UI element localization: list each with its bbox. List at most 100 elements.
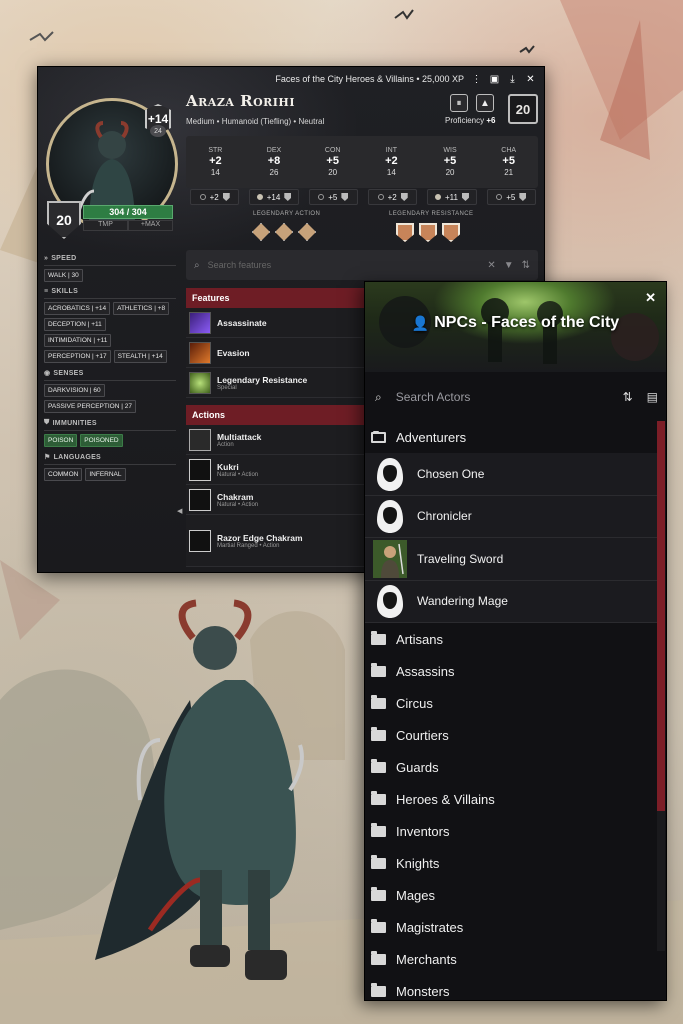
legendary-action-label: LEGENDARY ACTION <box>253 211 321 217</box>
action-row[interactable]: Multiattack Action <box>186 425 366 455</box>
ability-str[interactable]: STR +2 14 <box>186 136 245 188</box>
clear-icon[interactable]: ✕ <box>487 260 495 271</box>
download-icon[interactable]: ⤓ <box>507 74 518 85</box>
legendary-resistance-icon[interactable] <box>442 223 460 242</box>
folder-row[interactable]: Courtiers <box>365 719 658 751</box>
save-value: +2 <box>387 192 397 202</box>
actions-header[interactable]: Actions <box>186 405 366 425</box>
skill-chip[interactable]: PERCEPTION | +17 <box>44 350 111 363</box>
folder-row[interactable]: Knights <box>365 847 658 879</box>
legendary-action-icon[interactable] <box>298 223 316 241</box>
actor-search-input[interactable]: Search Actors <box>396 390 609 404</box>
actor-directory-list: Adventurers Chosen One Chronicler Travel… <box>365 421 658 1000</box>
collapse-folders-icon[interactable]: ▤ <box>647 390 658 404</box>
folder-row[interactable]: Inventors <box>365 815 658 847</box>
senses-list: DARKVISION | 60 PASSIVE PERCEPTION | 27 <box>44 384 176 413</box>
folder-row[interactable]: Merchants <box>365 943 658 975</box>
save-dex[interactable]: +14 <box>249 189 299 205</box>
legendary-resistance-icon[interactable] <box>419 223 437 242</box>
actor-row[interactable]: Wandering Mage <box>365 580 658 623</box>
save-int[interactable]: +2 <box>367 189 418 205</box>
skill-chip[interactable]: STEALTH | +14 <box>113 350 167 363</box>
immunity-chip[interactable]: POISON <box>44 434 78 447</box>
hp-bar[interactable]: 304 / 304 <box>83 205 173 219</box>
hp-extras: TMP +MAX <box>83 220 173 231</box>
save-value: +2 <box>209 192 219 202</box>
legendary-resistance-icon[interactable] <box>396 223 414 242</box>
rest-icon[interactable]: ⏸ <box>450 94 468 112</box>
collapse-sidebar-icon[interactable]: ◀ <box>177 507 182 515</box>
actor-row[interactable]: Traveling Sword <box>365 538 658 581</box>
save-str[interactable]: +2 <box>190 189 240 205</box>
proficiency-value: +6 <box>486 116 496 125</box>
feature-row[interactable]: Legendary Resistance Special <box>186 368 366 398</box>
character-name[interactable]: Araza Rorihi <box>186 92 295 110</box>
initiative-score: 24 <box>150 125 166 137</box>
language-chip[interactable]: INFERNAL <box>85 468 126 481</box>
legendary-action-icon[interactable] <box>252 223 270 241</box>
save-cha[interactable]: +5 <box>486 189 536 205</box>
folder-name: Heroes & Villains <box>396 791 495 807</box>
camp-icon[interactable]: ▲ <box>476 94 494 112</box>
save-value: +5 <box>328 192 338 202</box>
kukri-icon <box>189 458 211 481</box>
folder-row[interactable]: Heroes & Villains <box>365 783 658 815</box>
folder-row[interactable]: Circus <box>365 687 658 719</box>
skills-icon: ≡ <box>44 288 49 295</box>
tmp-hp-field[interactable]: TMP <box>83 220 128 231</box>
actor-row[interactable]: Chosen One <box>365 453 658 496</box>
skill-chip[interactable]: ACROBATICS | +14 <box>44 302 111 315</box>
menu-icon[interactable]: ⋮ <box>471 74 482 85</box>
filter-icon[interactable]: ▼ <box>504 260 514 271</box>
folder-row[interactable]: Monsters <box>365 975 658 1000</box>
folder-adventurers[interactable]: Adventurers <box>365 421 658 453</box>
folder-row[interactable]: Artisans <box>365 623 658 655</box>
sense-chip[interactable]: PASSIVE PERCEPTION | 27 <box>44 400 136 413</box>
close-icon[interactable]: ✕ <box>525 74 536 85</box>
folder-row[interactable]: Magistrates <box>365 911 658 943</box>
book-icon[interactable]: ▣ <box>489 74 500 85</box>
ability-cha[interactable]: CHA +5 21 <box>479 136 538 188</box>
scrollbar-thumb[interactable] <box>657 421 665 811</box>
legendary-action-icon[interactable] <box>275 223 293 241</box>
languages-list: COMMON INFERNAL <box>44 468 176 481</box>
skill-chip[interactable]: INTIMIDATION | +11 <box>44 334 112 347</box>
razor-edge-chakram-icon <box>189 529 211 552</box>
folder-icon <box>371 694 386 709</box>
action-row[interactable]: Kukri Natural • Action <box>186 455 366 485</box>
skill-chip[interactable]: DECEPTION | +11 <box>44 318 106 331</box>
folder-row[interactable]: Mages <box>365 879 658 911</box>
feature-row[interactable]: Evasion <box>186 338 366 368</box>
sort-icon[interactable]: ⇅ <box>623 390 633 404</box>
features-header[interactable]: Features <box>186 288 366 308</box>
actor-row[interactable]: Chronicler <box>365 495 658 538</box>
feature-row[interactable]: Assassinate <box>186 308 366 338</box>
folder-row[interactable]: Guards <box>365 751 658 783</box>
speed-chip[interactable]: WALK | 30 <box>44 269 83 282</box>
folder-icon <box>371 886 386 901</box>
proficiency-dot <box>496 194 503 200</box>
action-row[interactable]: Razor Edge Chakram Martial Ranged • Acti… <box>186 515 366 567</box>
ability-con[interactable]: CON +5 20 <box>303 136 362 188</box>
max-hp-field[interactable]: +MAX <box>128 220 173 231</box>
sort-icon[interactable]: ⇅ <box>522 260 530 271</box>
sense-chip[interactable]: DARKVISION | 60 <box>44 384 105 397</box>
save-con[interactable]: +5 <box>308 189 358 205</box>
save-wis[interactable]: +11 <box>427 189 477 205</box>
ability-int[interactable]: INT +2 14 <box>362 136 421 188</box>
ability-name: DEX <box>266 147 282 154</box>
close-icon[interactable]: ✕ <box>645 290 656 306</box>
ability-score: 26 <box>269 168 279 177</box>
action-row[interactable]: Chakram Natural • Action <box>186 485 366 515</box>
feature-search-input[interactable]: Search features <box>208 260 480 270</box>
actions-section: Actions Multiattack Action Kukri Natural… <box>186 405 366 567</box>
immunity-chip[interactable]: POISONED <box>80 434 123 447</box>
action-sub: Martial Ranged • Action <box>217 542 280 549</box>
level-box[interactable]: 20 <box>508 94 538 124</box>
skill-chip[interactable]: ATHLETICS | +8 <box>113 302 170 315</box>
ability-dex[interactable]: DEX +8 26 <box>245 136 304 188</box>
language-chip[interactable]: COMMON <box>44 468 83 481</box>
sheet-titlebar: Faces of the City Heroes & Villains • 25… <box>38 67 544 91</box>
folder-row[interactable]: Assassins <box>365 655 658 687</box>
ability-wis[interactable]: WIS +5 20 <box>421 136 480 188</box>
